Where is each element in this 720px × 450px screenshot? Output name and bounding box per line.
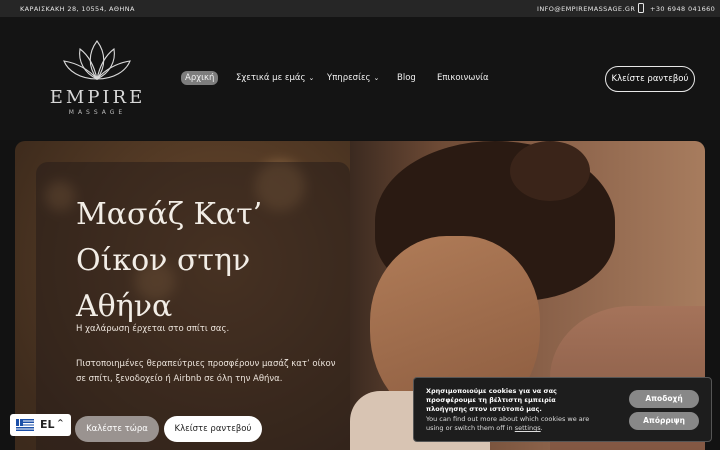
- nav-services-label: Υπηρεσίες: [327, 73, 371, 83]
- hero-description: Πιστοποιημένες θεραπεύτριες προσφέρουν μ…: [76, 359, 336, 384]
- cookie-settings-link[interactable]: settings: [515, 424, 541, 432]
- phone-link[interactable]: +30 6948 041660: [650, 5, 715, 13]
- site-logo[interactable]: EMPIRE MASSAGE: [40, 37, 155, 122]
- chevron-down-icon: ⌄: [373, 74, 380, 82]
- chevron-down-icon: ⌄: [308, 74, 315, 82]
- chevron-up-icon: ^: [57, 418, 64, 427]
- greek-flag-icon: [16, 419, 34, 431]
- call-now-button[interactable]: Καλέστε τώρα: [75, 416, 159, 442]
- site-header: EMPIRE MASSAGE Αρχική Σχετικά με εμάς ⌄ Υ…: [0, 17, 720, 140]
- phone-icon: [638, 3, 644, 13]
- lotus-icon: [63, 40, 131, 80]
- nav-contact[interactable]: Επικοινωνία: [437, 73, 489, 83]
- photo-hair-bun: [510, 141, 590, 201]
- nav-blog[interactable]: Blog: [397, 73, 416, 83]
- cookie-banner: Χρησιμοποιούμε cookies για να σας προσφέ…: [413, 377, 712, 442]
- nav-about[interactable]: Σχετικά με εμάς ⌄: [236, 73, 314, 83]
- nav-services[interactable]: Υπηρεσίες ⌄: [327, 73, 379, 83]
- hero-text-card: Μασάζ Κατ’ Οίκον στην Αθήνα Η χαλάρωση έ…: [36, 162, 350, 450]
- language-switcher[interactable]: EL ^: [10, 414, 71, 436]
- language-code: EL: [40, 418, 55, 431]
- address-text: ΚΑΡΑΙΣΚΑΚΗ 28, 10554, ΑΘΗΝΑ: [20, 5, 135, 13]
- cookie-more-info: You can find out more about which cookie…: [426, 415, 590, 432]
- nav-about-label: Σχετικά με εμάς: [236, 73, 306, 83]
- hero-book-button[interactable]: Κλείστε ραντεβού: [164, 416, 262, 442]
- hero-title: Μασάζ Κατ’ Οίκον στην Αθήνα: [76, 197, 263, 324]
- nav-home[interactable]: Αρχική: [181, 71, 219, 85]
- top-info-bar: ΚΑΡΑΙΣΚΑΚΗ 28, 10554, ΑΘΗΝΑ INFO@EMPIREM…: [0, 0, 720, 17]
- cookie-accept-button[interactable]: Αποδοχή: [629, 390, 699, 408]
- cookie-more-text: You can find out more about which cookie…: [426, 415, 590, 432]
- cookie-reject-button[interactable]: Απόρριψη: [629, 412, 699, 430]
- cookie-message: Χρησιμοποιούμε cookies για να σας προσφέ…: [426, 387, 557, 413]
- email-link[interactable]: INFO@EMPIREMASSAGE.GR: [537, 5, 635, 13]
- logo-wordmark: EMPIRE: [49, 87, 146, 108]
- book-appointment-button[interactable]: Κλείστε ραντεβού: [605, 66, 695, 92]
- hero-subtitle: Η χαλάρωση έρχεται στο σπίτι σας.: [76, 324, 230, 334]
- logo-subtitle: MASSAGE: [68, 109, 127, 116]
